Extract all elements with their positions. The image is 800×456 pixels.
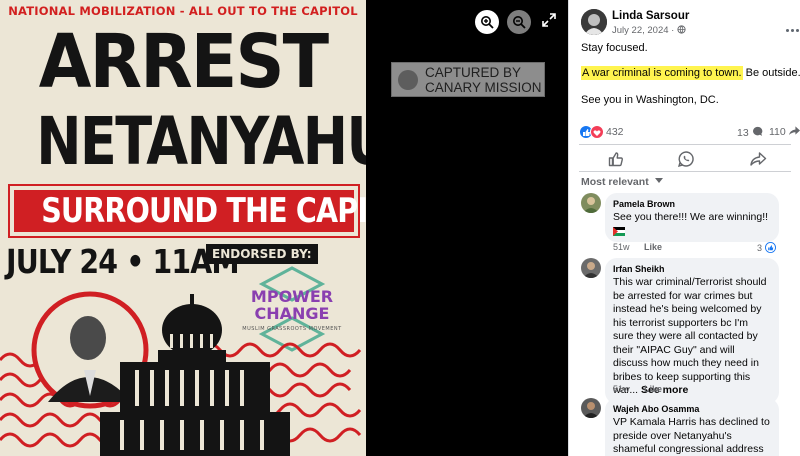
comment-body: This war criminal/Terrorist should be ar… <box>613 276 767 396</box>
avatar-image <box>581 9 607 35</box>
more-dot-icon <box>785 28 789 32</box>
comment-sort-dropdown[interactable]: Most relevant <box>581 176 663 188</box>
author-avatar[interactable] <box>581 9 607 35</box>
expand-icon[interactable] <box>541 12 557 28</box>
comment-meta: 51w Like <box>613 242 674 252</box>
share-arrow-icon <box>788 126 800 136</box>
poster-headline-name: NETANYAHU! <box>36 103 366 180</box>
comment-like-button[interactable]: Like <box>644 384 662 394</box>
poster-banner-text: SURROUND THE CAPITOL <box>41 191 366 231</box>
canary-bird-icon <box>398 70 418 90</box>
comment-text: This war criminal/Terrorist should be ar… <box>613 276 770 398</box>
captured-watermark: CAPTURED BY CANARY MISSION <box>391 62 545 97</box>
poster-topline: NATIONAL MOBILIZATION - ALL OUT TO THE C… <box>8 4 358 18</box>
share-count-value: 110 <box>769 126 786 138</box>
comment-like-button[interactable]: Like <box>644 242 662 252</box>
reactions-summary: 432 13 110 <box>579 124 800 140</box>
comment-count-value: 13 <box>737 127 749 139</box>
comment-reaction-count: 3 <box>757 243 763 253</box>
chevron-down-icon <box>654 178 663 183</box>
comment-bubble-icon <box>752 126 762 136</box>
sort-label: Most relevant <box>581 176 649 188</box>
post-line-2-rest: Be outside. <box>742 67 800 79</box>
post-date: July 22, 2024 · <box>612 25 686 36</box>
watermark-line-2: CANARY MISSION <box>425 79 542 95</box>
comment-bubble: Irfan Sheikh This war criminal/Terrorist… <box>605 258 779 404</box>
post-line-2: A war criminal is coming to town. Be out… <box>581 66 800 80</box>
comment-text: See you there!!! We are winning!! <box>613 211 769 223</box>
globe-icon <box>677 25 686 34</box>
post-panel: Linda Sarsour July 22, 2024 · Stay focus… <box>568 0 800 456</box>
poster-headline-arrest: ARREST <box>38 19 329 105</box>
poster-banner: SURROUND THE CAPITOL <box>8 184 366 238</box>
comment-bubble: Pamela Brown See you there!!! We are win… <box>605 193 779 242</box>
share-count[interactable]: 110 <box>769 126 800 138</box>
flag-emoji-icon <box>613 226 625 236</box>
reactions-divider <box>579 144 791 145</box>
zoom-in-icon <box>481 16 494 29</box>
zoom-out-button[interactable] <box>507 10 531 34</box>
comment-author[interactable]: Irfan Sheikh <box>613 263 770 276</box>
comment-age[interactable]: 51w <box>613 242 630 252</box>
post-date-text[interactable]: July 22, 2024 · <box>612 25 677 36</box>
zoom-out-icon <box>513 16 526 29</box>
watermark-line-1: CAPTURED BY <box>425 65 522 80</box>
post-header: Linda Sarsour July 22, 2024 · <box>581 9 799 41</box>
poster-image: NATIONAL MOBILIZATION - ALL OUT TO THE C… <box>0 0 366 456</box>
post-line-1: Stay focused. <box>581 42 648 54</box>
reaction-count[interactable]: 432 <box>606 126 624 138</box>
avatar-image <box>581 193 601 213</box>
whatsapp-share-icon[interactable] <box>677 150 695 168</box>
avatar-image <box>581 258 601 278</box>
post-line-3: See you in Washington, DC. <box>581 94 719 106</box>
comment-author[interactable]: Wajeh Abo Osamma <box>613 403 770 416</box>
like-button-icon[interactable] <box>607 150 625 168</box>
post-actions <box>579 148 791 170</box>
more-options-button[interactable] <box>783 23 800 37</box>
comment-age[interactable]: 51w <box>613 384 630 394</box>
comment-author[interactable]: Pamela Brown <box>613 198 770 211</box>
poster-endorsed-label: ENDORSED BY: <box>206 244 318 264</box>
comment-meta: 51w Like <box>613 384 674 394</box>
highlighted-text: A war criminal is coming to town. <box>581 66 743 80</box>
photo-viewer: NATIONAL MOBILIZATION - ALL OUT TO THE C… <box>0 0 568 456</box>
comment-reaction-badge[interactable]: 3 <box>757 242 776 253</box>
actions-divider <box>579 171 791 172</box>
comment-text: VP Kamala Harris has declined to preside… <box>613 416 770 455</box>
avatar-image <box>581 398 601 418</box>
like-reaction-icon <box>764 242 776 253</box>
commenter-avatar[interactable] <box>581 258 601 278</box>
commenter-avatar[interactable] <box>581 193 601 213</box>
comment-count[interactable]: 13 <box>737 126 763 139</box>
commenter-avatar[interactable] <box>581 398 601 418</box>
like-love-reaction-icons[interactable] <box>579 125 605 139</box>
author-name[interactable]: Linda Sarsour <box>612 10 689 22</box>
poster-date-time: JULY 24 • 11AM <box>6 242 240 281</box>
poster-illustration <box>0 291 362 456</box>
share-button-icon[interactable] <box>749 150 767 168</box>
zoom-in-button[interactable] <box>475 10 499 34</box>
comment-bubble: Wajeh Abo Osamma VP Kamala Harris has de… <box>605 398 779 456</box>
